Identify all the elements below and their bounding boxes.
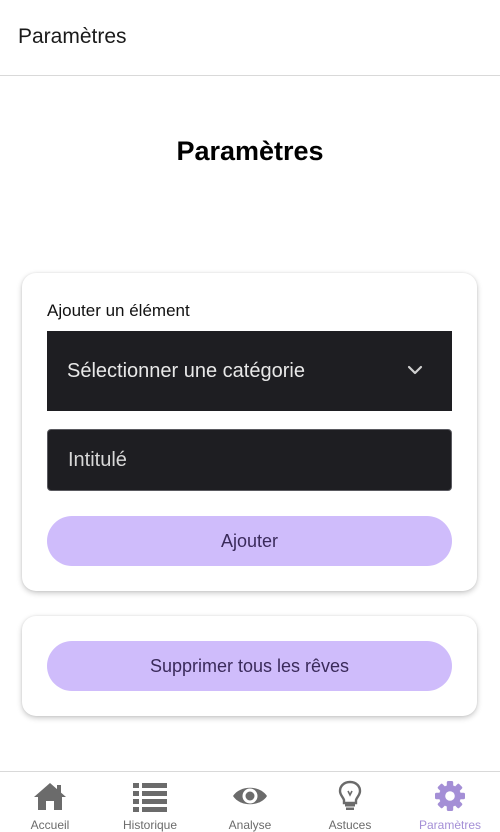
nav-item-historique[interactable]: Historique xyxy=(100,772,200,832)
category-select-value: Sélectionner une catégorie xyxy=(67,359,305,382)
bottom-navigation: Accueil Historique Analyse Astuces Param… xyxy=(0,771,500,832)
top-app-bar: Paramètres xyxy=(0,0,500,76)
delete-card: Supprimer tous les rêves xyxy=(22,616,477,716)
lightbulb-icon xyxy=(338,780,362,810)
nav-label: Analyse xyxy=(228,818,272,832)
title-field[interactable] xyxy=(47,429,452,491)
page-title: Paramètres xyxy=(176,136,324,166)
add-item-label: Ajouter un élément xyxy=(47,301,190,320)
title-input[interactable] xyxy=(68,448,428,472)
home-icon xyxy=(34,783,66,810)
header-title: Paramètres xyxy=(18,25,127,48)
nav-label: Astuces xyxy=(328,818,372,832)
nav-label: Historique xyxy=(122,818,178,832)
add-item-card: Ajouter un élément Sélectionner une caté… xyxy=(22,273,477,591)
eye-icon xyxy=(233,787,267,805)
nav-label: Paramètres xyxy=(418,818,482,832)
nav-item-astuces[interactable]: Astuces xyxy=(300,772,400,832)
list-icon xyxy=(133,783,167,812)
nav-label: Accueil xyxy=(30,818,70,832)
add-button[interactable]: Ajouter xyxy=(47,516,452,566)
nav-item-parametres[interactable]: Paramètres xyxy=(400,772,500,832)
chevron-down-icon xyxy=(407,365,423,375)
gear-icon xyxy=(435,781,465,811)
nav-item-analyse[interactable]: Analyse xyxy=(200,772,300,832)
delete-all-dreams-button[interactable]: Supprimer tous les rêves xyxy=(47,641,452,691)
nav-item-accueil[interactable]: Accueil xyxy=(0,772,100,832)
category-select[interactable]: Sélectionner une catégorie xyxy=(47,331,452,411)
